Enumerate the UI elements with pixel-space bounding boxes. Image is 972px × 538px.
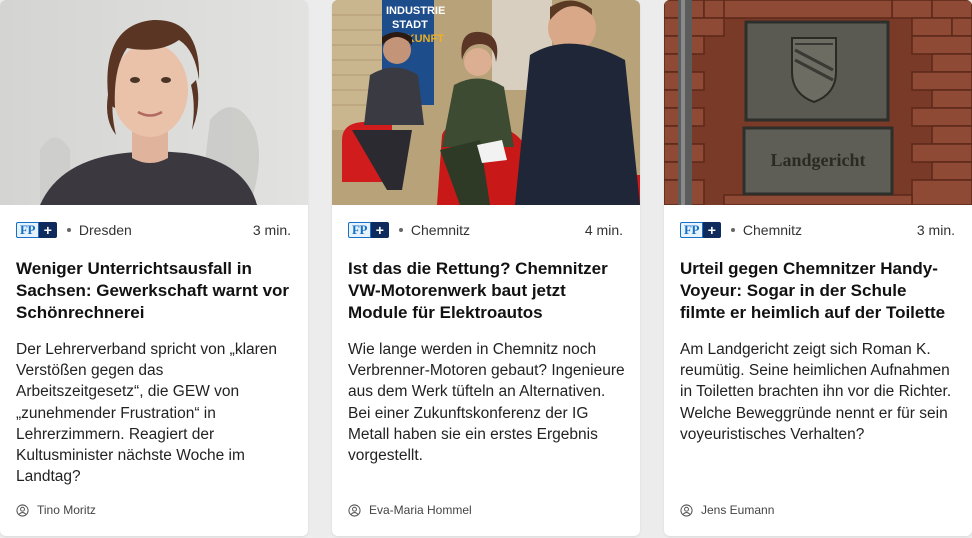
person-icon xyxy=(348,503,361,517)
article-teaser: Der Lehrerverband spricht von „klaren Ve… xyxy=(16,341,278,486)
banner-text: INDUSTRIE xyxy=(386,5,445,17)
article-author: Eva-Maria Hommel xyxy=(348,503,624,517)
read-time: 3 min. xyxy=(252,222,291,238)
fp-plus-badge: FP + xyxy=(16,222,57,238)
article-photo[interactable]: INDUSTRIE STADT ZUKUNFT xyxy=(332,0,640,205)
article-teaser: Wie lange werden in Chemnitz noch Verbre… xyxy=(348,341,625,465)
svg-text:STADT: STADT xyxy=(392,19,428,31)
plaque-text: Landgericht xyxy=(770,150,865,170)
article-meta: FP + Dresden 3 min. xyxy=(16,220,291,240)
location-label: Chemnitz xyxy=(742,222,803,238)
article-author: Tino Moritz xyxy=(16,503,292,517)
plus-icon: + xyxy=(370,222,389,238)
location-label: Chemnitz xyxy=(410,222,471,238)
location-label: Dresden xyxy=(78,222,132,238)
article-card[interactable]: Landgericht FP + Chemnitz 3 min. Urteil g… xyxy=(664,0,972,536)
separator-dot xyxy=(66,228,71,232)
article-photo[interactable] xyxy=(0,0,308,205)
person-icon xyxy=(16,503,29,517)
fp-plus-badge: FP + xyxy=(348,222,389,238)
fp-logo: FP xyxy=(680,222,703,238)
article-headline[interactable]: Ist das die Rettung? Chemnitzer VW-Motor… xyxy=(348,258,624,324)
separator-dot xyxy=(730,228,735,232)
plus-icon: + xyxy=(38,222,57,238)
article-meta: FP + Chemnitz 4 min. xyxy=(348,220,623,240)
article-teaser: Am Landgericht zeigt sich Roman K. reumü… xyxy=(680,341,952,443)
read-time: 3 min. xyxy=(916,222,955,238)
author-name: Jens Eumann xyxy=(701,503,775,517)
article-card[interactable]: FP + Dresden 3 min. Weniger Unterrichtsau… xyxy=(0,0,308,536)
article-headline[interactable]: Urteil gegen Chemnitzer Handy-Voyeur: So… xyxy=(680,258,956,324)
article-grid: FP + Dresden 3 min. Weniger Unterrichtsau… xyxy=(0,0,972,538)
article-meta: FP + Chemnitz 3 min. xyxy=(680,220,955,240)
courthouse-plaque-photo: Landgericht xyxy=(664,0,972,205)
person-icon xyxy=(680,503,693,517)
plus-icon: + xyxy=(702,222,721,238)
fp-logo: FP xyxy=(348,222,371,238)
author-name: Tino Moritz xyxy=(37,503,96,517)
article-headline[interactable]: Weniger Unterrichtsausfall in Sachsen: G… xyxy=(16,258,292,324)
author-name: Eva-Maria Hommel xyxy=(369,503,472,517)
panel-discussion-photo: INDUSTRIE STADT ZUKUNFT xyxy=(332,0,640,205)
article-photo[interactable]: Landgericht xyxy=(664,0,972,205)
fp-plus-badge: FP + xyxy=(680,222,721,238)
portrait-photo xyxy=(0,0,308,205)
separator-dot xyxy=(398,228,403,232)
fp-logo: FP xyxy=(16,222,39,238)
article-card[interactable]: INDUSTRIE STADT ZUKUNFT FP + Chemnitz 4 … xyxy=(332,0,640,536)
article-author: Jens Eumann xyxy=(680,503,956,517)
read-time: 4 min. xyxy=(584,222,623,238)
